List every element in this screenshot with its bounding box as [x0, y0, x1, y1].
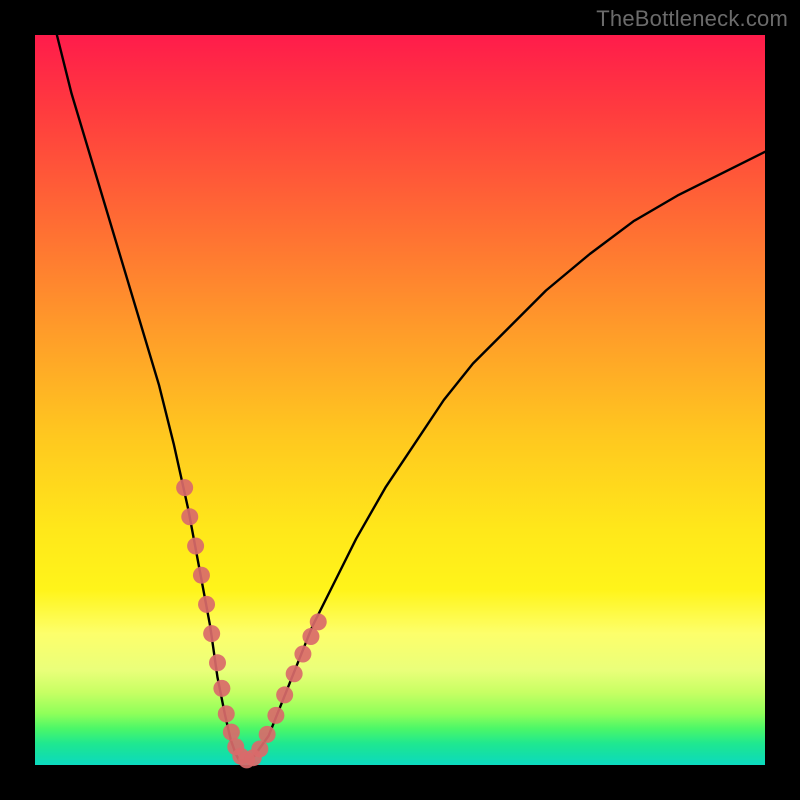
data-point	[276, 686, 293, 703]
data-point	[213, 680, 230, 697]
data-point	[267, 707, 284, 724]
data-point	[193, 567, 210, 584]
data-point	[176, 479, 193, 496]
data-point	[251, 740, 268, 757]
data-point	[259, 726, 276, 743]
data-point	[181, 508, 198, 525]
data-point	[218, 705, 235, 722]
curve-line	[57, 35, 765, 761]
data-point	[294, 646, 311, 663]
data-point	[286, 665, 303, 682]
scatter-dots	[176, 479, 327, 768]
data-point	[223, 724, 240, 741]
watermark-text: TheBottleneck.com	[596, 6, 788, 32]
data-point	[187, 538, 204, 555]
data-point	[203, 625, 220, 642]
data-point	[198, 596, 215, 613]
chart-frame: TheBottleneck.com	[0, 0, 800, 800]
data-point	[209, 654, 226, 671]
plot-area	[35, 35, 765, 765]
plot-svg	[35, 35, 765, 765]
data-point	[310, 613, 327, 630]
data-point	[302, 628, 319, 645]
